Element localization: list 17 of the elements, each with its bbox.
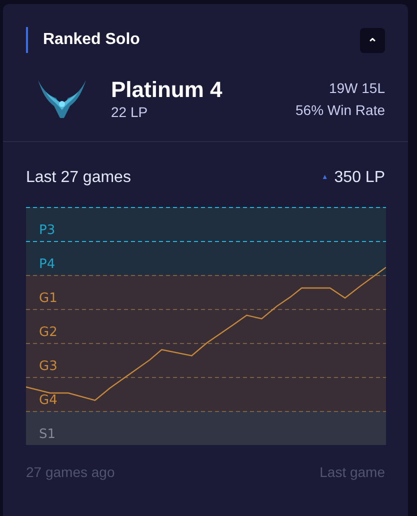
history-title: Last 27 games <box>26 168 131 188</box>
tier-label: G2 <box>39 325 58 341</box>
win-rate: 56% Win Rate <box>296 101 385 120</box>
tier-label: G1 <box>39 291 58 307</box>
tier-label: G3 <box>39 359 58 375</box>
tier-label: G4 <box>39 393 58 409</box>
rank-title: Platinum 4 <box>111 77 222 103</box>
league-points: 22 LP <box>111 103 149 121</box>
tier-label: P3 <box>39 223 56 239</box>
collapse-button[interactable]: ⌃ <box>360 28 385 52</box>
tier-label: P4 <box>39 257 56 273</box>
win-loss-record: 19W 15L <box>328 79 385 98</box>
start-label: 27 games ago <box>26 463 115 482</box>
tier-label: S1 <box>39 427 56 443</box>
section-title: Ranked Solo <box>43 30 140 50</box>
end-label: Last game <box>320 463 385 482</box>
lp-change: 350 LP <box>334 168 385 188</box>
